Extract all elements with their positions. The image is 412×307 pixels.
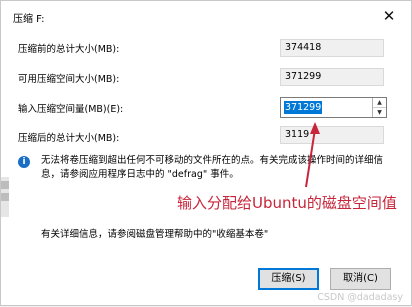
- compress-button[interactable]: 压缩(S): [258, 268, 319, 290]
- background-window-edge: [1, 177, 9, 217]
- compress-dialog: 压缩 F: ✕ 压缩前的总计大小(MB): 374418 可用压缩空间大小(MB…: [0, 0, 412, 306]
- details-help-text: 有关详细信息，请参阅磁盘管理帮助中的"收缩基本卷": [41, 229, 269, 240]
- close-button[interactable]: ✕: [377, 5, 401, 27]
- available-space-field: 371299: [280, 68, 384, 86]
- spin-up-button[interactable]: ▲: [373, 98, 386, 107]
- cancel-button[interactable]: 取消(C): [330, 268, 391, 290]
- spin-down-button[interactable]: ▼: [373, 107, 386, 117]
- info-icon: i: [18, 156, 30, 168]
- total-before-field: 374418: [280, 39, 384, 57]
- input-amount-label: 输入压缩空间量(MB)(E):: [18, 104, 124, 115]
- compress-amount-spinbox[interactable]: 371299 ▲ ▼: [280, 97, 387, 118]
- total-after-field: 3119: [280, 126, 384, 144]
- title-bar: 压缩 F: ✕: [1, 1, 411, 32]
- close-icon: ✕: [382, 7, 396, 25]
- dialog-title: 压缩 F:: [13, 14, 45, 25]
- total-after-label: 压缩后的总计大小(MB):: [18, 133, 120, 144]
- total-before-label: 压缩前的总计大小(MB):: [18, 44, 120, 55]
- info-message: 无法将卷压缩到超出任何不可移动的文件所在的点。有关完成该操作时间的详细信息，请参…: [41, 155, 384, 180]
- compress-amount-value[interactable]: 371299: [284, 101, 323, 114]
- spin-buttons: ▲ ▼: [372, 98, 386, 117]
- available-space-label: 可用压缩空间大小(MB):: [18, 74, 120, 85]
- chevron-up-icon: ▲: [377, 99, 382, 106]
- annotation-text: 输入分配给Ubuntu的磁盘空间值: [177, 194, 397, 212]
- chevron-down-icon: ▼: [377, 109, 382, 116]
- watermark: CSDN @dadadasy: [317, 292, 403, 303]
